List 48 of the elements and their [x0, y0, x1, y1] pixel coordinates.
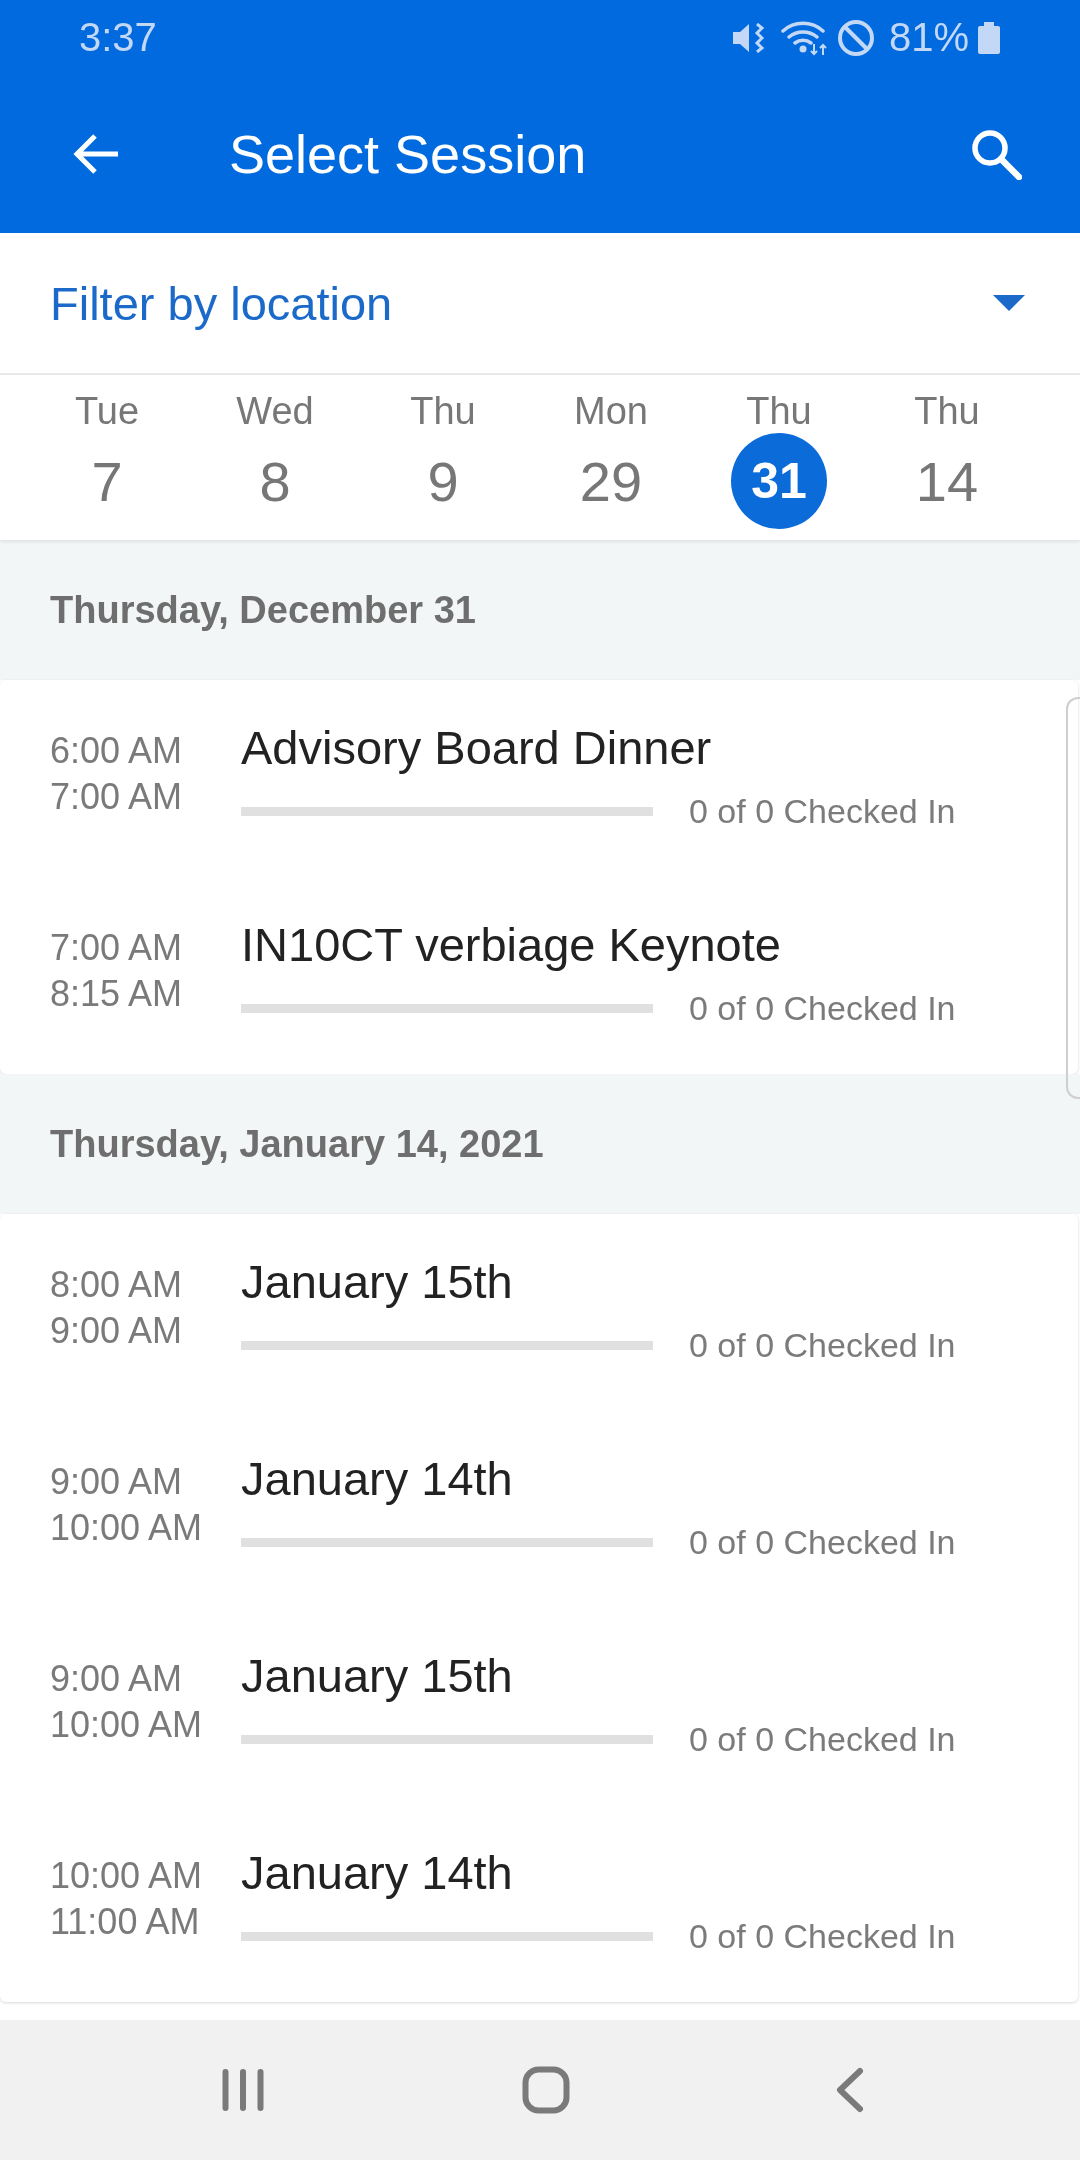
date-tab[interactable]: Wed 8: [191, 375, 359, 540]
start-time: 6:00 AM: [50, 729, 183, 773]
end-time: 11:00 AM: [50, 1900, 200, 1944]
session-title: January 14th: [241, 1451, 513, 1507]
session-title: IN10CT verbiage Keynote: [241, 917, 781, 973]
checked-in-count: 0 of 0 Checked In: [689, 1325, 956, 1365]
status-time: 3:37: [79, 15, 157, 60]
checked-in-count: 0 of 0 Checked In: [689, 988, 956, 1028]
session-title: Advisory Board Dinner: [241, 720, 712, 776]
battery-percent: 81%: [888, 15, 969, 60]
home-icon[interactable]: [521, 2066, 570, 2114]
end-time: 10:00 AM: [50, 1703, 203, 1747]
date-tab[interactable]: Thu 31: [695, 375, 863, 540]
date-tab[interactable]: Mon 29: [527, 375, 695, 540]
session-title: January 14th: [241, 1845, 513, 1901]
session-row[interactable]: 9:00 AM 10:00 AM January 14th 0 of 0 Checked In: [0, 1411, 1078, 1608]
dropdown-caret-icon: [993, 295, 1025, 311]
end-time: 10:00 AM: [50, 1506, 203, 1550]
do-not-disturb-icon: [836, 18, 875, 57]
session-row[interactable]: 6:00 AM 7:00 AM Advisory Board Dinner 0 of 0 Checked In: [0, 680, 1078, 877]
session-row[interactable]: 8:00 AM 9:00 AM January 15th 0 of 0 Checked In: [0, 1214, 1078, 1411]
date-section-header: Thursday, January 14, 2021: [50, 1122, 544, 1166]
checked-in-count: 0 of 0 Checked In: [689, 1522, 956, 1562]
start-time: 8:00 AM: [50, 1263, 183, 1307]
checked-in-count: 0 of 0 Checked In: [689, 1719, 956, 1759]
session-title: January 15th: [241, 1254, 513, 1310]
battery-icon: [978, 21, 1000, 54]
session-row[interactable]: 9:00 AM 10:00 AM January 15th 0 of 0 Checked In: [0, 1608, 1078, 1805]
screen-title: Select Session: [229, 123, 587, 185]
start-time: 9:00 AM: [50, 1657, 183, 1701]
end-time: 8:15 AM: [50, 972, 183, 1016]
checked-in-count: 0 of 0 Checked In: [689, 791, 956, 831]
date-tab[interactable]: Tue 7: [23, 375, 191, 540]
search-icon: [970, 128, 1022, 180]
end-time: 9:00 AM: [50, 1309, 183, 1353]
date-section-header: Thursday, December 31: [50, 588, 476, 632]
back-arrow-icon: [72, 133, 120, 175]
end-time: 7:00 AM: [50, 775, 183, 819]
checked-in-count: 0 of 0 Checked In: [689, 1916, 956, 1956]
start-time: 9:00 AM: [50, 1460, 183, 1504]
date-tab[interactable]: Thu 9: [359, 375, 527, 540]
session-row[interactable]: 7:00 AM 8:15 AM IN10CT verbiage Keynote 0 of 0 Checked In: [0, 877, 1078, 1074]
session-title: January 15th: [241, 1648, 513, 1704]
date-tab[interactable]: Thu 14: [863, 375, 1031, 540]
start-time: 7:00 AM: [50, 926, 183, 970]
recent-apps-icon[interactable]: [221, 2069, 264, 2111]
session-row[interactable]: 10:00 AM 11:00 AM January 14th 0 of 0 Checked In: [0, 1805, 1078, 2002]
start-time: 10:00 AM: [50, 1854, 203, 1898]
